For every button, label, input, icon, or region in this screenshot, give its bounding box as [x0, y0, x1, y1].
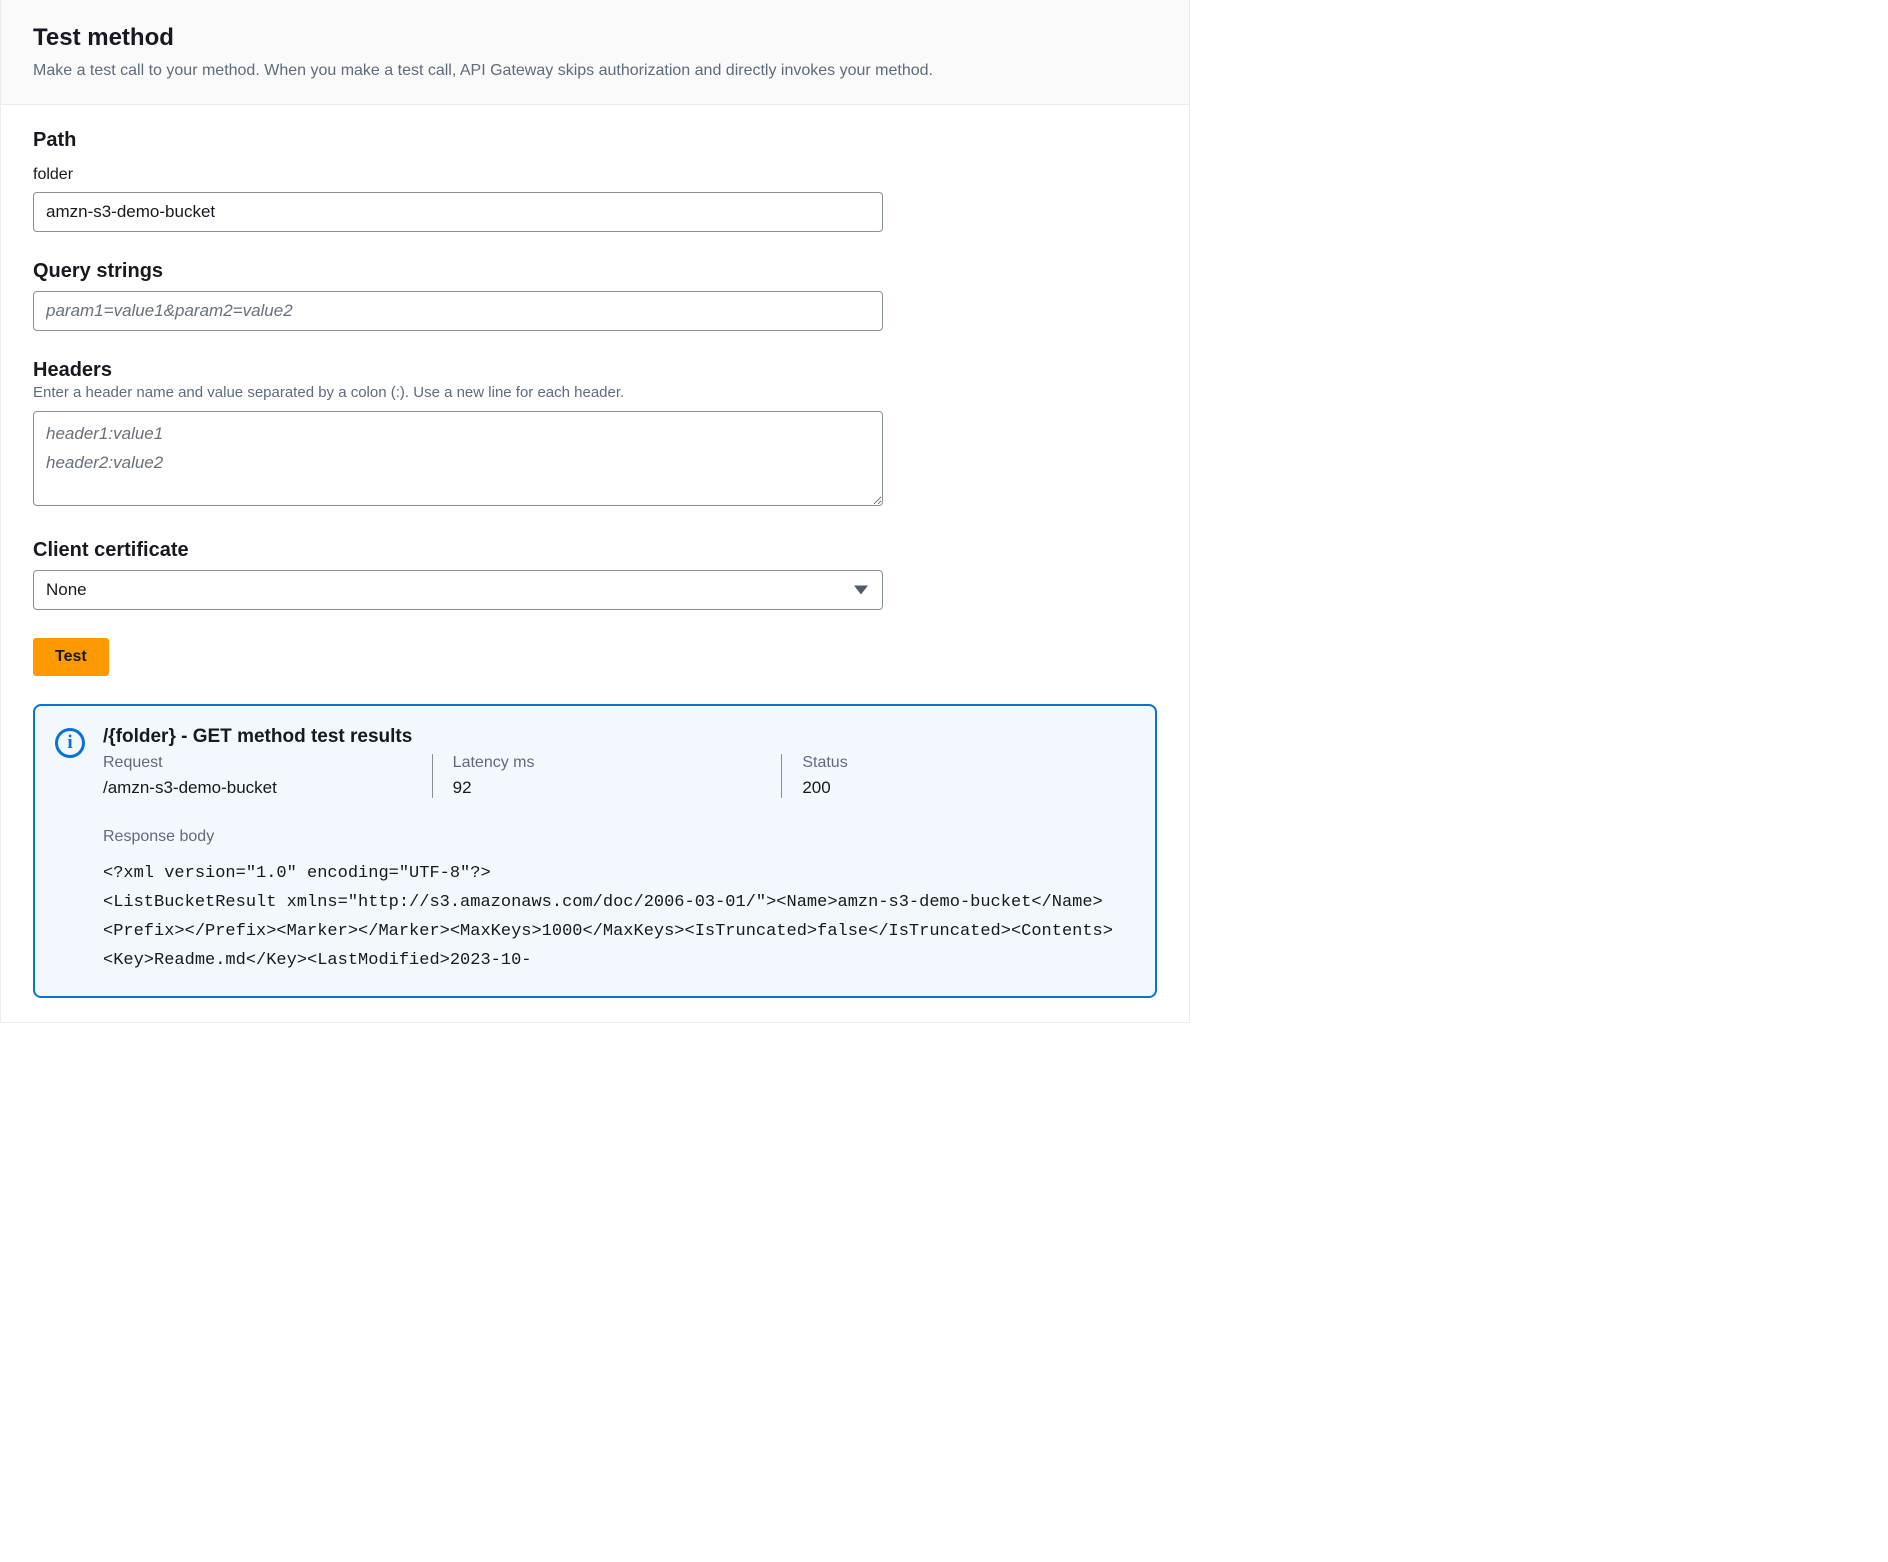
client-certificate-heading: Client certificate — [33, 539, 1157, 562]
response-body-content: <?xml version="1.0" encoding="UTF-8"?> <… — [103, 860, 1131, 976]
headers-heading: Headers — [33, 359, 1157, 382]
path-heading: Path — [33, 129, 1157, 152]
client-certificate-select[interactable]: None — [33, 570, 883, 610]
query-strings-input[interactable] — [33, 291, 883, 331]
folder-label: folder — [33, 166, 1157, 184]
form-panel: Path folder Query strings Headers Enter … — [0, 105, 1190, 1023]
folder-input[interactable] — [33, 192, 883, 232]
latency-label: Latency ms — [453, 754, 762, 772]
response-body-label: Response body — [103, 828, 1131, 846]
status-label: Status — [802, 754, 1111, 772]
header-panel: Test method Make a test call to your met… — [0, 0, 1190, 105]
request-value: /amzn-s3-demo-bucket — [103, 778, 412, 798]
results-title: /{folder} - GET method test results — [103, 726, 1131, 748]
page-title: Test method — [33, 24, 1157, 52]
info-icon: i — [55, 728, 85, 758]
test-results-panel: i /{folder} - GET method test results Re… — [33, 704, 1157, 998]
latency-value: 92 — [453, 778, 762, 798]
headers-help-text: Enter a header name and value separated … — [33, 384, 1157, 401]
page-description: Make a test call to your method. When yo… — [33, 60, 1157, 82]
request-label: Request — [103, 754, 412, 772]
client-certificate-value: None — [46, 580, 87, 600]
headers-input[interactable] — [33, 411, 883, 506]
query-strings-heading: Query strings — [33, 260, 1157, 283]
caret-down-icon — [854, 586, 868, 595]
status-value: 200 — [802, 778, 1111, 798]
test-button[interactable]: Test — [33, 638, 109, 676]
